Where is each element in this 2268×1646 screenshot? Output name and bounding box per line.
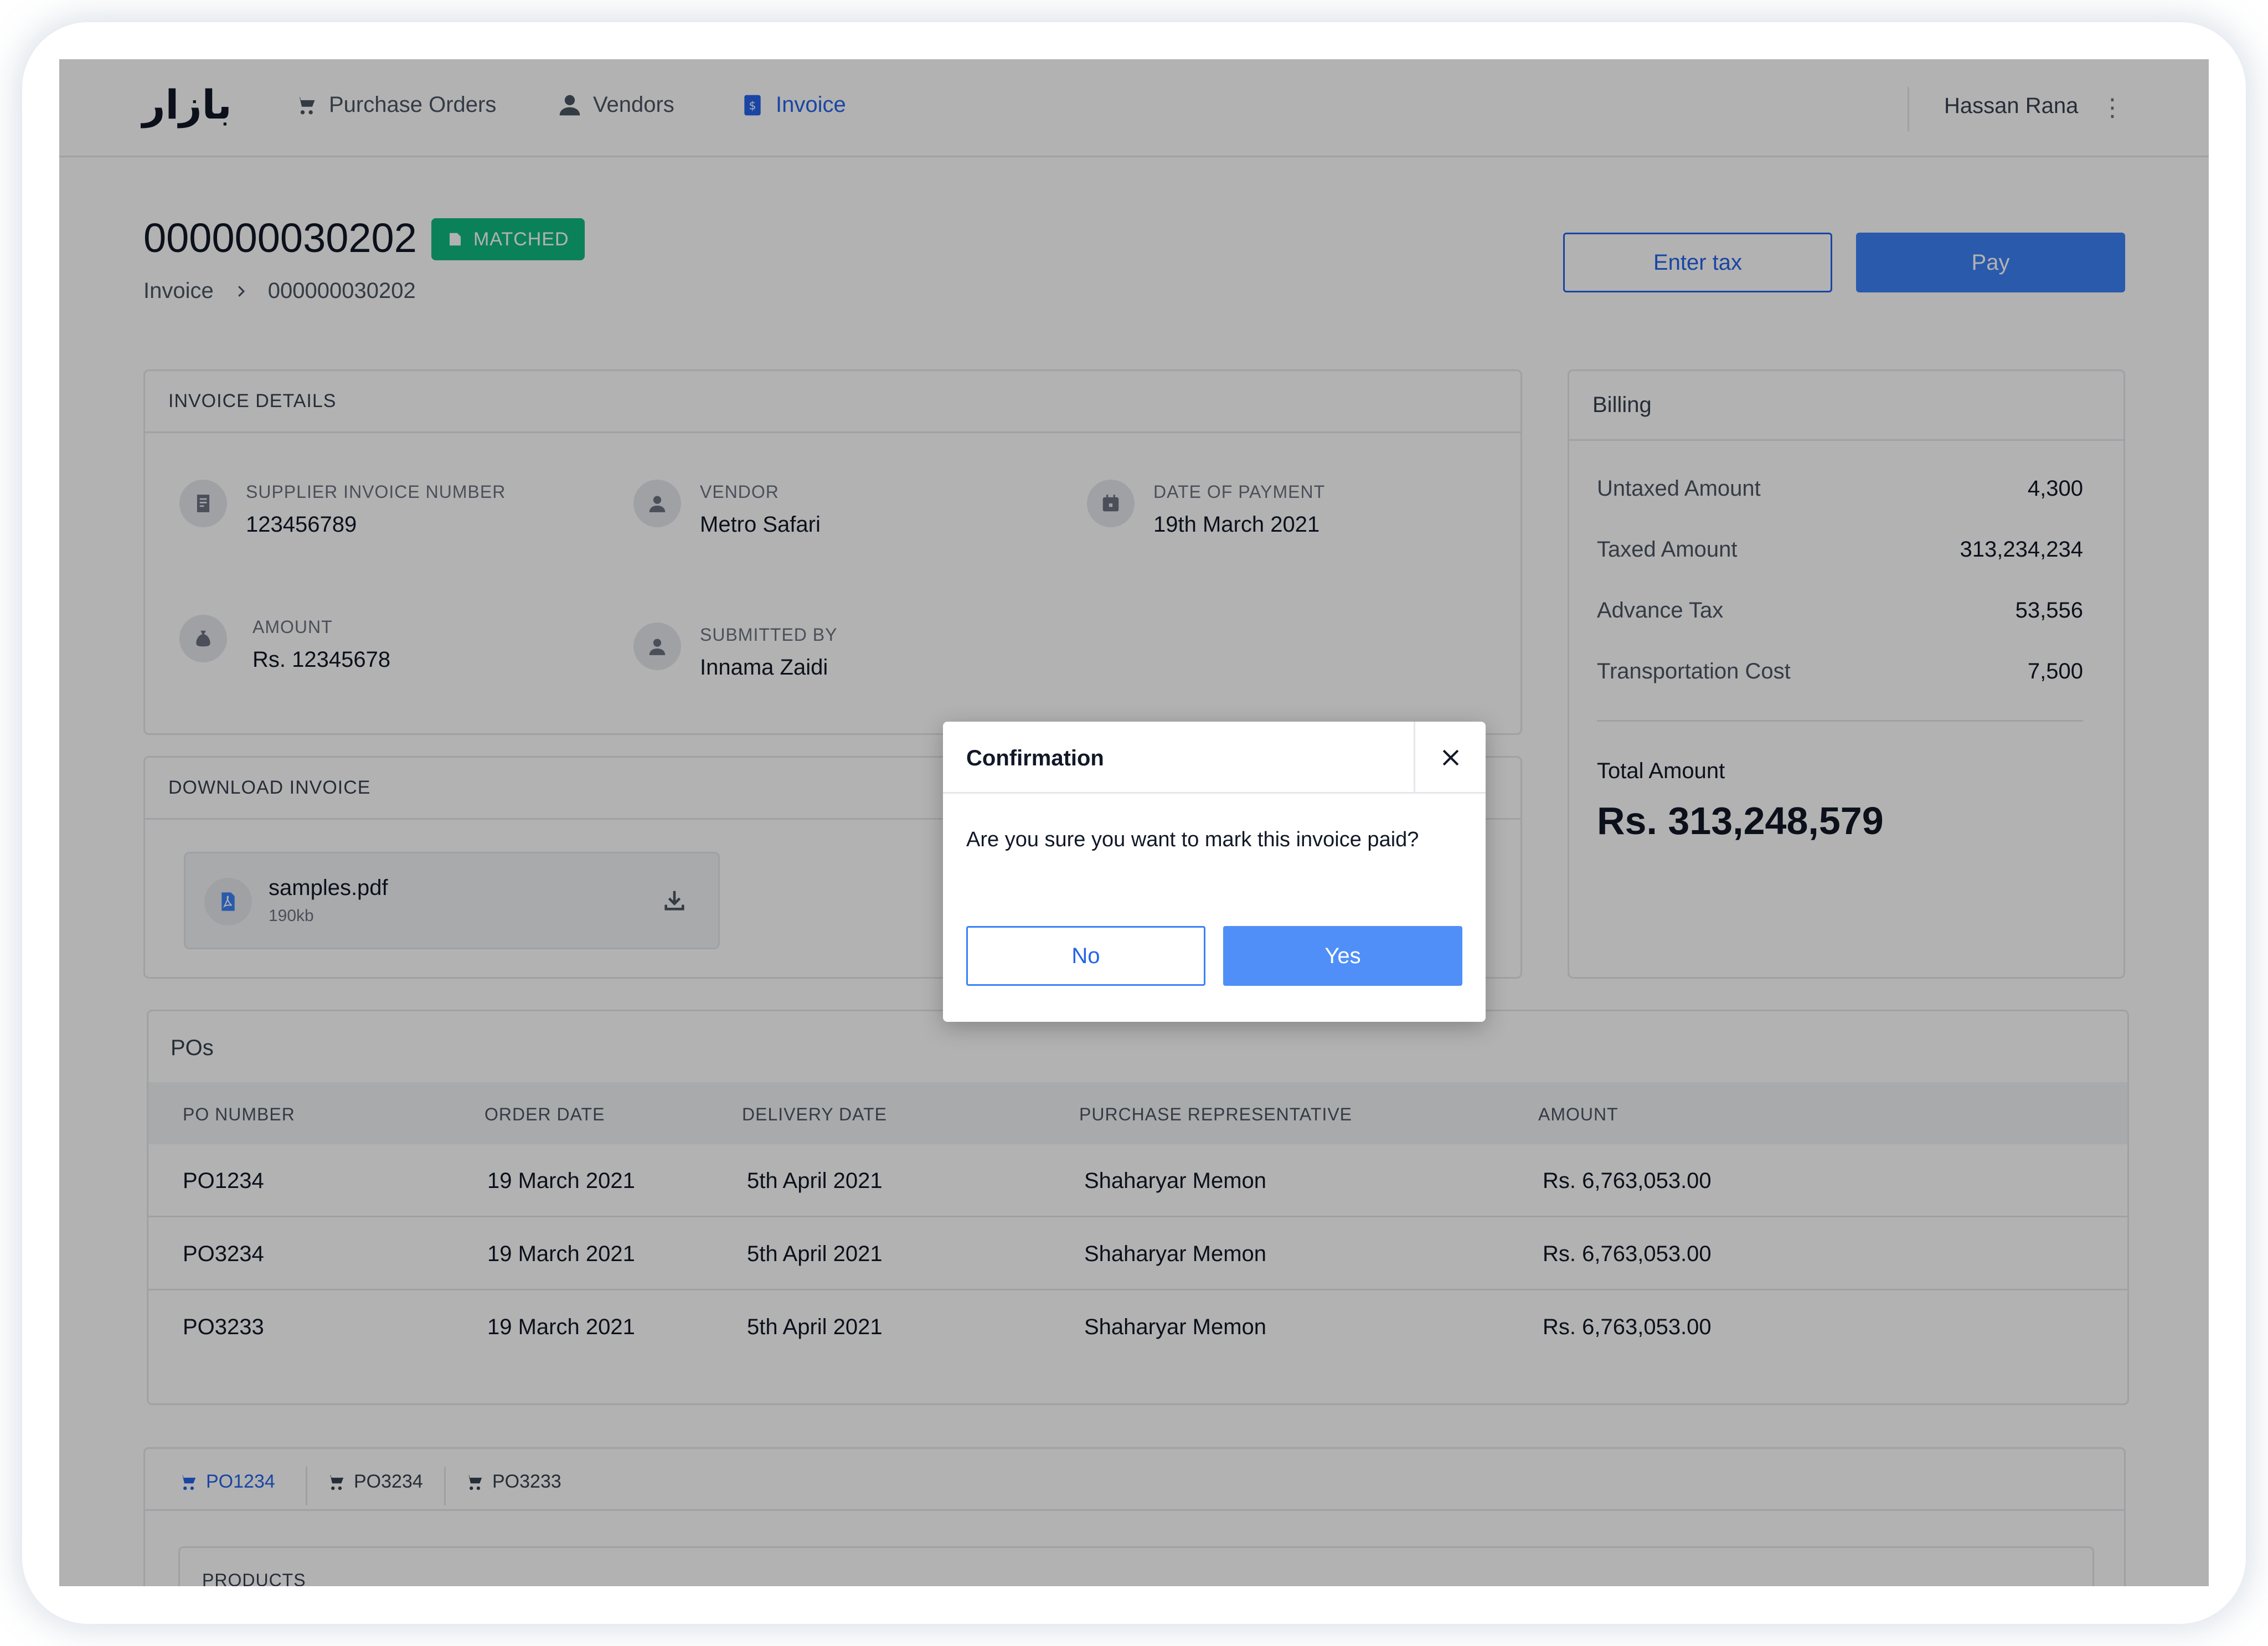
- modal-title: Confirmation: [966, 746, 1104, 770]
- no-button[interactable]: No: [966, 926, 1205, 986]
- confirmation-modal: Confirmation Are you sure you want to ma…: [943, 722, 1486, 1022]
- yes-button[interactable]: Yes: [1223, 926, 1462, 986]
- modal-message: Are you sure you want to mark this invoi…: [966, 828, 1419, 851]
- close-button[interactable]: [1414, 722, 1486, 794]
- modal-header: Confirmation: [943, 722, 1486, 794]
- app-screen: بازار Purchase Orders Vendors $ Invoice …: [59, 59, 2209, 1586]
- close-icon: [1442, 749, 1458, 766]
